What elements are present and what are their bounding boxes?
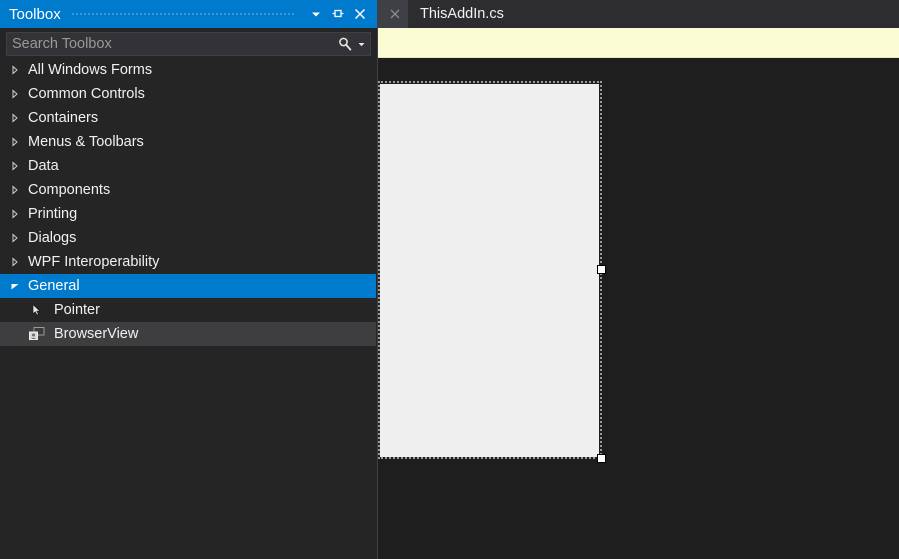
component-icon: [22, 326, 52, 342]
toolbox-group-general[interactable]: General: [0, 274, 376, 298]
editor-tab-label: ThisAddIn.cs: [420, 6, 504, 22]
toolbox-group-dialogs[interactable]: Dialogs: [0, 226, 376, 250]
resize-handle-bottom-right[interactable]: [597, 454, 606, 463]
toolbox-item-pointer[interactable]: Pointer: [0, 298, 376, 322]
toolbox-title-bar[interactable]: Toolbox: [0, 0, 377, 28]
toolbox-search-box[interactable]: [6, 32, 371, 56]
chevron-right-icon[interactable]: [10, 257, 26, 267]
toolbox-group-label: Containers: [28, 110, 99, 126]
toolbox-group-label: Components: [28, 182, 111, 198]
toolbox-group-common-controls[interactable]: Common Controls: [0, 82, 376, 106]
chevron-down-icon[interactable]: [355, 34, 368, 54]
toolbox-group-label: Common Controls: [28, 86, 145, 102]
chevron-right-icon[interactable]: [10, 65, 26, 75]
toolbox-group-label: Data: [28, 158, 59, 174]
chevron-right-icon[interactable]: [10, 209, 26, 219]
chevron-down-icon[interactable]: [10, 281, 26, 291]
toolbox-tree: All Windows Forms Common Controls Contai…: [0, 58, 376, 559]
search-input[interactable]: [7, 35, 335, 53]
toolbox-panel: Toolbox Search Toolbox All Windows Forms…: [0, 0, 378, 559]
toolbox-drag-grip[interactable]: [70, 11, 295, 17]
toolbox-group-wpf-interoperability[interactable]: WPF Interoperability: [0, 250, 376, 274]
toolbox-item-label: BrowserView: [54, 326, 139, 342]
toolbox-group-label: All Windows Forms: [28, 62, 153, 78]
chevron-right-icon[interactable]: [10, 137, 26, 147]
toolbox-group-label: Dialogs: [28, 230, 77, 246]
toolbox-group-data[interactable]: Data: [0, 154, 376, 178]
close-icon[interactable]: [388, 7, 402, 21]
toolbox-item-label: Pointer: [54, 302, 100, 318]
chevron-right-icon[interactable]: [10, 161, 26, 171]
toolbox-group-printing[interactable]: Printing: [0, 202, 376, 226]
design-form-host: [378, 81, 606, 463]
chevron-right-icon[interactable]: [10, 233, 26, 243]
toolbox-group-all-windows-forms[interactable]: All Windows Forms: [0, 58, 376, 82]
chevron-right-icon[interactable]: [10, 185, 26, 195]
design-form-surface[interactable]: [380, 84, 599, 457]
resize-handle-middle-right[interactable]: [597, 265, 606, 274]
toolbox-group-containers[interactable]: Containers: [0, 106, 376, 130]
toolbox-group-label: Printing: [28, 206, 78, 222]
toolbox-close-button[interactable]: [349, 3, 371, 25]
toolbox-title: Toolbox: [9, 5, 61, 23]
toolbox-group-label: General: [28, 278, 80, 294]
search-icon[interactable]: [335, 34, 355, 54]
visual-studio-window: nRegion.cs* BrowserFormRegion.cs [Design…: [0, 0, 899, 559]
chevron-right-icon[interactable]: [10, 89, 26, 99]
toolbox-item-browserview[interactable]: BrowserView: [0, 322, 376, 346]
toolbox-group-components[interactable]: Components: [0, 178, 376, 202]
editor-tab-thisaddin-cs[interactable]: ThisAddIn.cs: [408, 0, 516, 28]
toolbox-group-menus-and-toolbars[interactable]: Menus & Toolbars: [0, 130, 376, 154]
toolbox-group-label: Menus & Toolbars: [28, 134, 144, 150]
toolbox-pin-button[interactable]: [327, 3, 349, 25]
toolbox-dropdown-button[interactable]: [305, 3, 327, 25]
chevron-right-icon[interactable]: [10, 113, 26, 123]
pointer-arrow-icon: [22, 303, 52, 317]
toolbox-group-label: WPF Interoperability: [28, 254, 160, 270]
